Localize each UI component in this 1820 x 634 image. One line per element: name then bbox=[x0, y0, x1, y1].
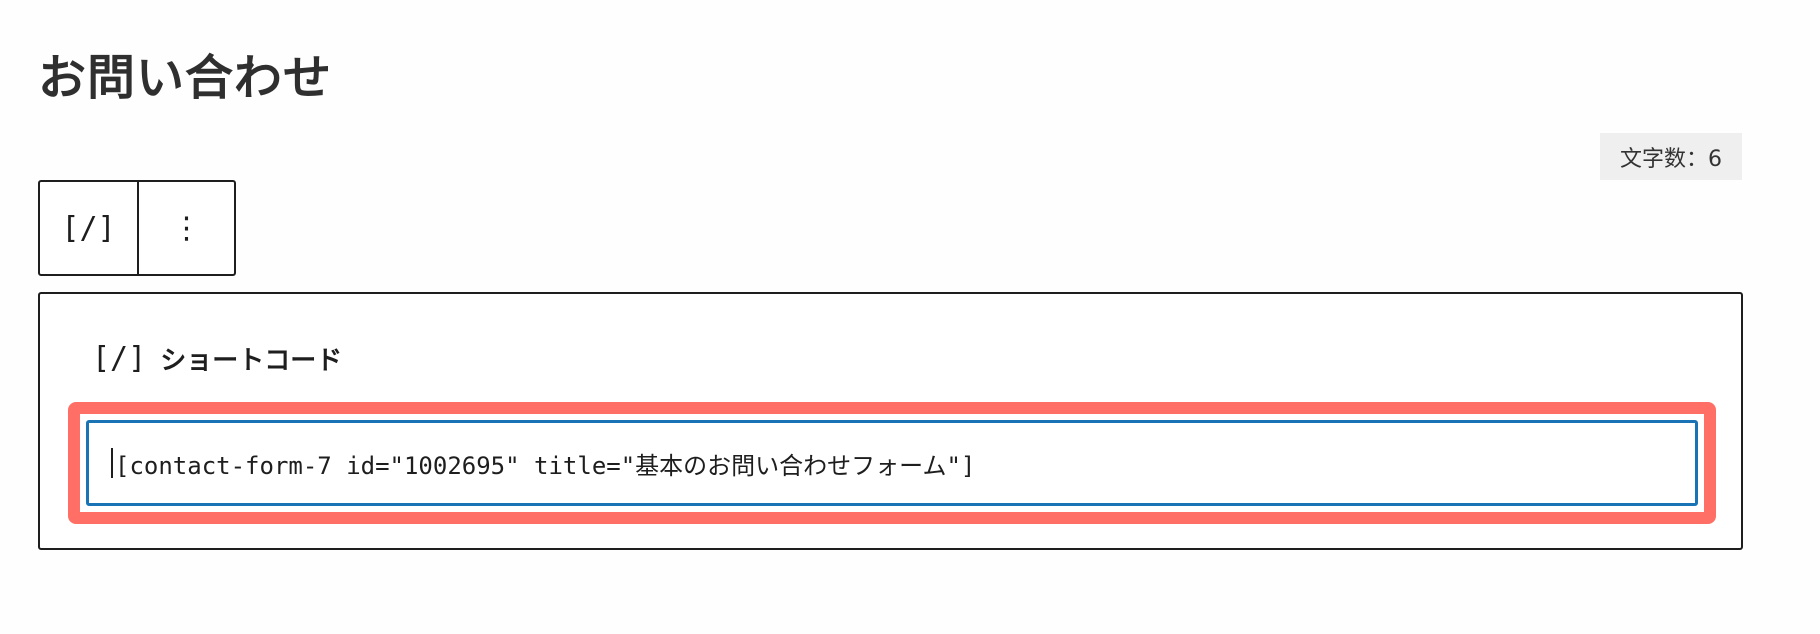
text-caret bbox=[111, 448, 113, 478]
block-type-button[interactable]: [/] bbox=[40, 182, 137, 274]
block-label: [/] ショートコード bbox=[92, 340, 342, 377]
shortcode-block[interactable]: [/] ショートコード [contact-form-7 id="1002695"… bbox=[38, 292, 1743, 550]
options-button[interactable]: ⋮ bbox=[137, 182, 234, 274]
block-label-text: ショートコード bbox=[160, 346, 343, 376]
shortcode-icon: [/] bbox=[61, 210, 116, 246]
highlight-annotation: [contact-form-7 id="1002695" title="基本のお… bbox=[68, 402, 1716, 524]
page-title[interactable]: お問い合わせ bbox=[38, 50, 332, 108]
shortcode-input[interactable]: [contact-form-7 id="1002695" title="基本のお… bbox=[86, 420, 1698, 506]
shortcode-label-icon: [/] bbox=[92, 341, 147, 376]
block-toolbar: [/] ⋮ bbox=[38, 180, 236, 276]
shortcode-text: [contact-form-7 id="1002695" title="基本のお… bbox=[115, 451, 976, 480]
vertical-ellipsis-icon: ⋮ bbox=[171, 210, 202, 246]
character-count-badge: 文字数：6 bbox=[1600, 133, 1742, 180]
